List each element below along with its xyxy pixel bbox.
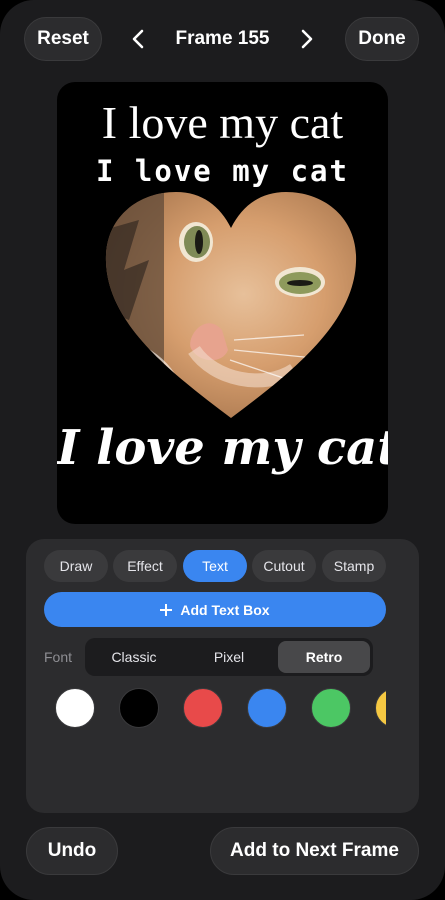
- color-swatch-black[interactable]: [119, 688, 159, 728]
- color-swatch-yellow[interactable]: [375, 688, 386, 728]
- tab-effect[interactable]: Effect: [113, 550, 177, 582]
- frame-title: Frame 155: [175, 28, 270, 49]
- font-option-classic[interactable]: Classic: [88, 641, 180, 673]
- tab-text[interactable]: Text: [183, 550, 247, 582]
- color-swatch-green[interactable]: [311, 688, 351, 728]
- heart-cat-photo[interactable]: [104, 190, 358, 422]
- tab-cutout[interactable]: Cutout: [252, 550, 316, 582]
- frame-canvas[interactable]: I love my cat I love my cat I love my ca…: [57, 82, 388, 524]
- tab-stamp[interactable]: Stamp: [322, 550, 386, 582]
- reset-button[interactable]: Reset: [24, 17, 102, 61]
- color-swatch-row[interactable]: [44, 688, 386, 730]
- tools-panel: Draw Effect Text Cutout Stamp Add Text B…: [26, 539, 419, 813]
- add-text-box-button[interactable]: Add Text Box: [44, 592, 386, 627]
- caption-pixel[interactable]: I love my cat: [57, 154, 388, 188]
- top-bar: Reset Frame 155 Done: [0, 0, 445, 80]
- chevron-left-icon[interactable]: [127, 27, 151, 51]
- editor-screen: Reset Frame 155 Done I love my cat I lov…: [0, 0, 445, 900]
- font-selector: Classic Pixel Retro: [85, 638, 373, 676]
- font-option-pixel[interactable]: Pixel: [183, 641, 275, 673]
- caption-retro[interactable]: I love my cat: [57, 420, 388, 476]
- done-button[interactable]: Done: [345, 17, 419, 61]
- font-option-retro[interactable]: Retro: [278, 641, 370, 673]
- plus-icon: [160, 603, 173, 616]
- color-swatch-red[interactable]: [183, 688, 223, 728]
- undo-button[interactable]: Undo: [26, 827, 118, 875]
- font-label: Font: [44, 649, 73, 665]
- chevron-right-icon[interactable]: [294, 27, 318, 51]
- caption-classic[interactable]: I love my cat: [57, 96, 388, 149]
- tab-draw[interactable]: Draw: [44, 550, 108, 582]
- color-swatch-blue[interactable]: [247, 688, 287, 728]
- color-swatch-white[interactable]: [55, 688, 95, 728]
- add-text-box-label: Add Text Box: [180, 601, 270, 618]
- add-to-next-frame-button[interactable]: Add to Next Frame: [210, 827, 419, 875]
